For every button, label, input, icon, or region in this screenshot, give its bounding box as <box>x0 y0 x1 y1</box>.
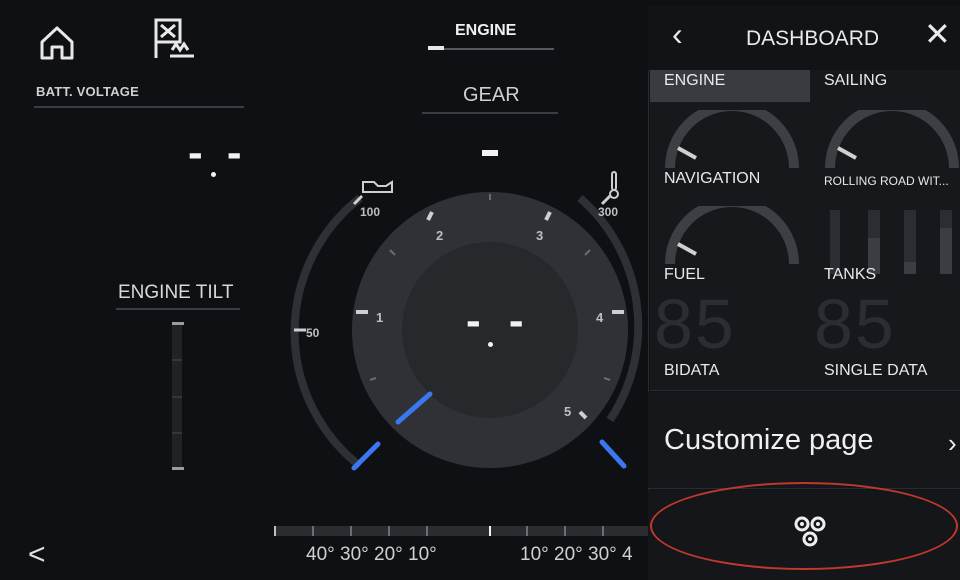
tile-label: ENGINE <box>664 72 726 89</box>
batt-voltage-label: BATT. VOLTAGE <box>36 84 139 99</box>
gear-label: GEAR <box>463 84 520 106</box>
rpm-label-2: 2 <box>436 228 444 243</box>
rpm-label-3: 3 <box>536 228 544 243</box>
tilt-seg <box>172 432 182 434</box>
screen: BATT. VOLTAGE - - ENGINE TILT < ENGINE G… <box>0 0 960 580</box>
close-icon: ✕ <box>924 16 951 52</box>
tile-label: TANKS <box>824 266 877 283</box>
oil-can-icon <box>362 180 393 193</box>
batt-voltage-underline <box>34 106 244 108</box>
engine-tilt-underline <box>116 308 240 310</box>
panel-title: DASHBOARD <box>746 27 880 50</box>
tile-label: SAILING <box>824 72 888 89</box>
tile-label: ROLLING ROAD WIT... <box>824 174 949 188</box>
tile-bg-digits: 85 <box>654 294 736 363</box>
flag-button[interactable] <box>150 14 200 66</box>
tilt-seg <box>172 396 182 398</box>
engine-tilt-label: ENGINE TILT <box>118 282 234 303</box>
back-button[interactable]: < <box>28 540 46 570</box>
rpm-label-5: 5 <box>564 404 572 419</box>
tile-bidata[interactable]: 85 BIDATA <box>650 294 811 391</box>
rudder-angle-labels-right: 10° 20° 30° 4 <box>520 544 633 565</box>
gear-underline <box>422 112 558 114</box>
home-button[interactable] <box>34 20 80 66</box>
tile-fuel[interactable]: FUEL <box>650 198 811 295</box>
home-icon <box>40 26 74 60</box>
gauge-thumbnail-icon <box>825 110 959 169</box>
tile-engine[interactable]: ENGINE <box>650 70 811 103</box>
engine-tilt-bar <box>172 322 184 470</box>
highlight-oval <box>650 482 958 570</box>
tile-navigation[interactable]: NAVIGATION <box>650 102 811 199</box>
engine-tab[interactable]: ENGINE <box>455 22 516 40</box>
tile-label: SINGLE DATA <box>824 362 928 379</box>
tile-rolling-road[interactable]: ROLLING ROAD WIT... <box>810 102 960 199</box>
chevron-left-icon: ‹ <box>672 16 683 52</box>
tank-bar <box>830 210 840 274</box>
tile-label: NAVIGATION <box>664 170 761 187</box>
tank-fill <box>940 228 952 274</box>
chevron-left-icon: < <box>28 538 46 571</box>
gear-value <box>482 150 498 156</box>
needle-oil <box>351 441 381 471</box>
needle-temp <box>599 439 627 469</box>
tilt-tick-bottom <box>172 467 184 470</box>
chevron-right-icon: › <box>948 428 957 458</box>
oil-scale-50: 50 <box>306 326 320 340</box>
rpm-center-value: - - <box>466 296 532 345</box>
thermometer-icon <box>609 171 619 199</box>
tile-label: BIDATA <box>664 362 720 379</box>
engine-tab-underline <box>428 48 554 50</box>
customize-page-label: Customize page <box>664 424 874 456</box>
tank-fill <box>904 262 916 274</box>
oil-pressure-arc <box>290 194 363 470</box>
rpm-label-4: 4 <box>596 310 604 325</box>
tile-tanks[interactable]: TANKS <box>810 198 960 295</box>
gauge-thumbnail-icon <box>665 110 799 169</box>
tilt-seg <box>172 359 182 361</box>
tile-sailing[interactable]: SAILING <box>810 70 960 103</box>
rpm-label-1: 1 <box>376 310 384 325</box>
gauge-thumbnail-icon <box>665 206 799 265</box>
tile-single-data[interactable]: 85 SINGLE DATA <box>810 294 960 391</box>
rudder-angle-track <box>274 526 654 536</box>
batt-voltage-value: - - <box>188 128 248 177</box>
tile-label: FUEL <box>664 266 705 283</box>
temp-scale-300: 300 <box>598 205 619 219</box>
panel-back-button[interactable]: ‹ <box>672 18 683 50</box>
tilt-tick-top <box>172 322 184 325</box>
flag-icon <box>154 18 194 58</box>
oil-scale-100: 100 <box>360 205 381 219</box>
rudder-angle-labels-left: 40° 30° 20° 10° <box>306 544 437 565</box>
rpm-center-decimal <box>488 342 493 347</box>
panel-close-button[interactable]: ✕ <box>924 18 951 50</box>
engine-tab-indicator <box>428 46 444 50</box>
batt-voltage-decimal <box>211 172 216 177</box>
tile-bg-digits: 85 <box>814 294 896 363</box>
